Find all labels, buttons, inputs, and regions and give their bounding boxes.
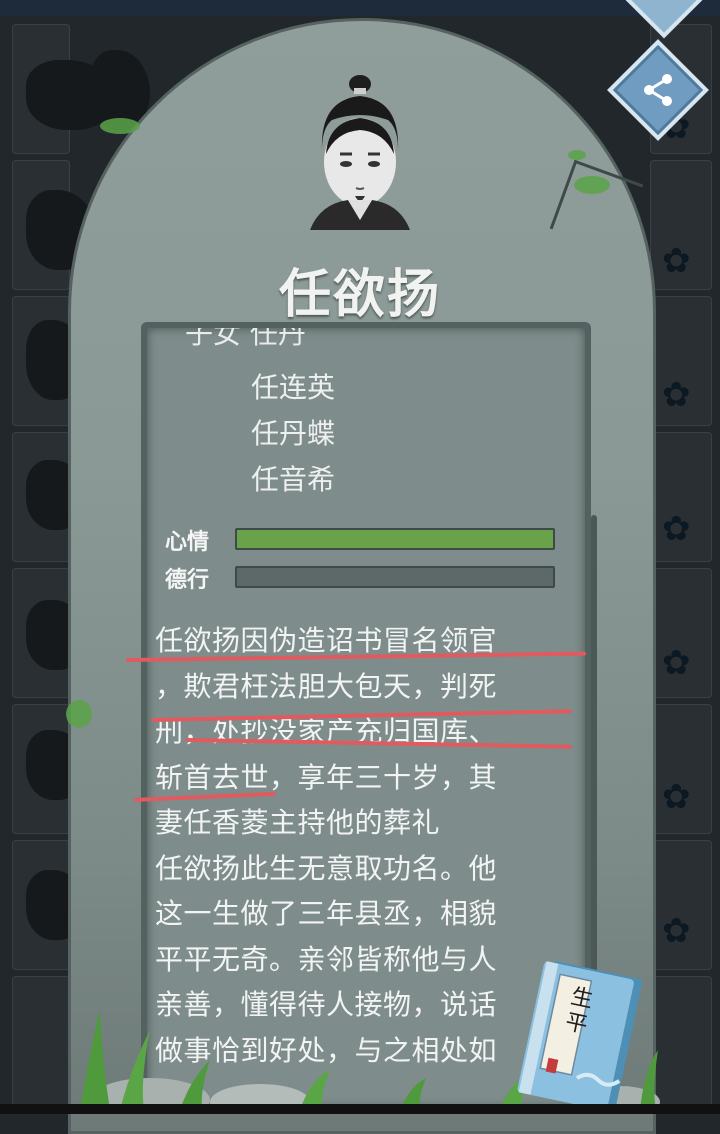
- bio-line: 斩首去世，享年三十岁，其: [155, 760, 498, 794]
- biography-book-button[interactable]: 生平: [516, 960, 646, 1110]
- child-name: 任连英: [251, 371, 336, 404]
- bottom-bar: [0, 1104, 720, 1114]
- bio-line: 任欲扬此生无意取功名。他: [155, 851, 498, 885]
- child-name: 任丹蝶: [251, 417, 336, 450]
- virtue-bar: [235, 566, 555, 588]
- plum-flower-icon: ✿: [662, 911, 691, 951]
- plum-flower-icon: ✿: [662, 643, 691, 683]
- character-portrait: [310, 75, 410, 230]
- bio-line: 这一生做了三年县丞，相貌: [155, 897, 498, 930]
- bio-line: ，欺君枉法胆大包天，判死: [155, 669, 498, 703]
- bio-line: 妻任香菱主持他的葬礼: [155, 806, 441, 839]
- mood-bar-fill: [237, 530, 553, 548]
- plum-flower-icon: ✿: [662, 777, 691, 817]
- character-name: 任欲扬: [278, 265, 441, 325]
- moss-decoration: [574, 176, 610, 194]
- mood-bar: [235, 528, 555, 550]
- moss-decoration: [66, 700, 92, 728]
- top-status-bar: [0, 0, 720, 16]
- moss-decoration: [568, 150, 586, 160]
- bio-line: 平平无奇。亲邻皆称他与人: [155, 942, 498, 976]
- virtue-label: 德行: [165, 568, 210, 593]
- share-icon: [644, 74, 672, 106]
- plum-flower-icon: ✿: [662, 509, 691, 549]
- moss-decoration: [100, 118, 140, 134]
- child-name: 任音希: [251, 463, 336, 496]
- plum-flower-icon: ✿: [662, 241, 691, 281]
- children-label-cutoff: 子女 任丹: [185, 322, 306, 350]
- mood-label: 心情: [165, 530, 210, 555]
- plum-flower-icon: ✿: [662, 375, 691, 415]
